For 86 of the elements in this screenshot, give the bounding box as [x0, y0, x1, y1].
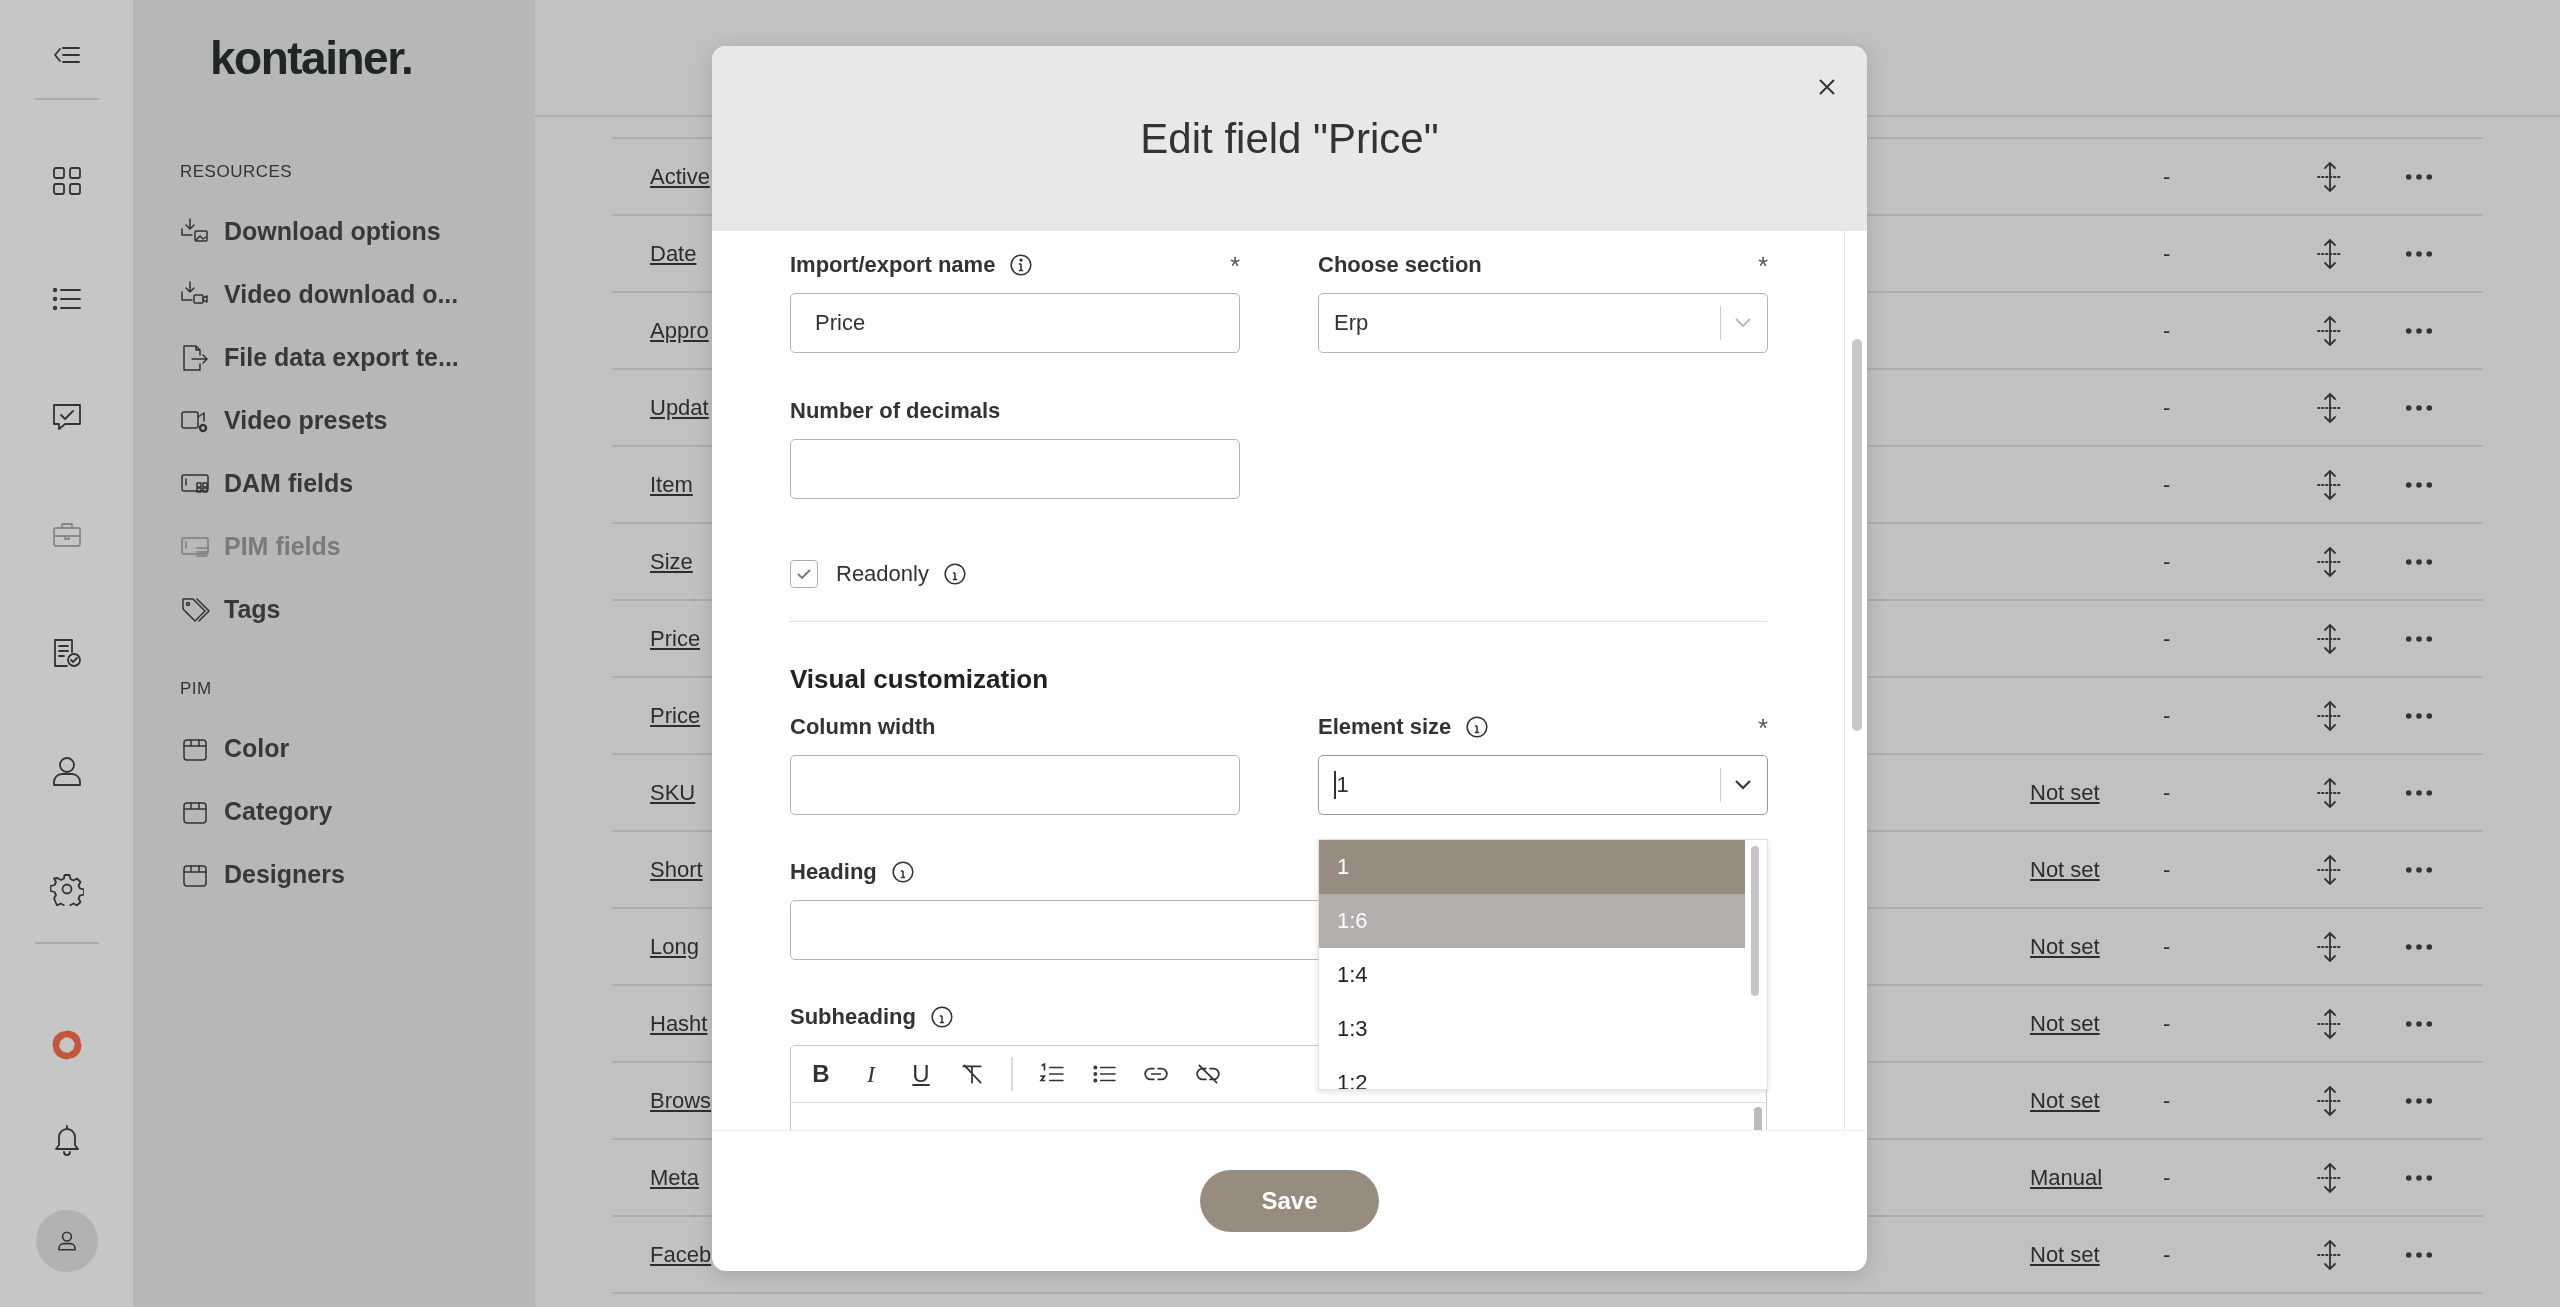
- sidebar-item[interactable]: Download options: [224, 217, 441, 246]
- size-select[interactable]: 1: [1318, 755, 1768, 815]
- sidebar-item[interactable]: File data export te...: [224, 343, 459, 372]
- table-cell-text: -: [2163, 1087, 2172, 1114]
- close-icon[interactable]: [1817, 77, 1837, 97]
- more-icon[interactable]: [2405, 326, 2433, 335]
- more-icon[interactable]: [2405, 403, 2433, 412]
- number-field[interactable]: [790, 439, 1240, 499]
- info-icon[interactable]: [929, 1005, 954, 1029]
- setting-link[interactable]: Not set: [2030, 1010, 2100, 1036]
- field-label: Import/export name: [790, 252, 996, 278]
- info-icon[interactable]: [890, 860, 915, 884]
- table-cell-text: -: [2163, 1010, 2172, 1037]
- more-icon[interactable]: [2405, 557, 2433, 566]
- field-label: Heading: [790, 859, 877, 885]
- info-icon[interactable]: [942, 562, 967, 586]
- table-cell-text: -: [2163, 1241, 2172, 1268]
- more-icon[interactable]: [2405, 172, 2433, 181]
- checkbox[interactable]: [790, 560, 818, 588]
- italic-button[interactable]: I: [859, 1060, 883, 1088]
- table-cell-text: -: [2163, 548, 2172, 575]
- more-icon[interactable]: [2405, 865, 2433, 874]
- unlink-icon[interactable]: [1194, 1061, 1221, 1087]
- export-icon: [180, 342, 210, 373]
- more-icon[interactable]: [2405, 480, 2433, 489]
- more-icon[interactable]: [2405, 788, 2433, 797]
- settings-icon[interactable]: [49, 872, 84, 906]
- scrollbar-thumb[interactable]: [1751, 846, 1759, 996]
- sidebar-item[interactable]: Color: [224, 734, 290, 763]
- bold-button[interactable]: B: [809, 1060, 833, 1088]
- table-cell-text: -: [2163, 1164, 2172, 1191]
- field-label: Subheading: [790, 1004, 916, 1030]
- sidebar-item[interactable]: DAM fields: [224, 469, 354, 498]
- table-cell-text: -: [2163, 933, 2172, 960]
- table-cell-text: -: [2163, 394, 2172, 421]
- text-field[interactable]: [790, 755, 1240, 815]
- required-mark: *: [1229, 251, 1240, 282]
- table-cell-text: -: [2163, 471, 2172, 498]
- more-icon[interactable]: [2405, 1019, 2433, 1028]
- more-icon[interactable]: [2405, 249, 2433, 258]
- more-icon[interactable]: [2405, 1096, 2433, 1105]
- more-icon[interactable]: [2405, 1250, 2433, 1259]
- more-icon[interactable]: [2405, 1173, 2433, 1182]
- underline-button[interactable]: U: [909, 1060, 933, 1088]
- info-icon[interactable]: [1465, 715, 1490, 739]
- section-title: Visual customization: [790, 664, 1050, 695]
- setting-link[interactable]: Manual: [2030, 1164, 2103, 1190]
- scrollbar-thumb[interactable]: [1852, 339, 1862, 731]
- sidebar-item[interactable]: Designers: [224, 860, 345, 889]
- required-mark: *: [1757, 251, 1768, 282]
- section-heading: RESOURCES: [180, 162, 294, 182]
- setting-link[interactable]: Not set: [2030, 779, 2100, 805]
- sidebar-item[interactable]: Video download o...: [224, 280, 459, 309]
- table-cell-text: -: [2163, 317, 2172, 344]
- more-icon[interactable]: [2405, 942, 2433, 951]
- field-label: Column width: [790, 714, 936, 740]
- table-cell-text: -: [2163, 856, 2172, 883]
- checkbox-label: Readonly: [836, 561, 929, 587]
- sidebar-item[interactable]: Video presets: [224, 406, 388, 435]
- field-label: Number of decimals: [790, 398, 1001, 424]
- section-heading: PIM: [180, 679, 213, 699]
- setting-link[interactable]: Not set: [2030, 856, 2100, 882]
- chevron-down-icon: [1733, 779, 1753, 791]
- setting-link[interactable]: Not set: [2030, 933, 2100, 959]
- table-cell-text: -: [2163, 163, 2172, 190]
- dropdown-option[interactable]: 1:4: [1319, 948, 1745, 1002]
- info-icon[interactable]: [1009, 253, 1034, 277]
- dialog-title: Edit field "Price": [1140, 114, 1439, 163]
- text-field[interactable]: Price: [790, 293, 1240, 353]
- sidebar-item[interactable]: Tags: [224, 595, 281, 624]
- more-icon[interactable]: [2405, 634, 2433, 643]
- sidebar-item[interactable]: Category: [224, 797, 333, 826]
- setting-link[interactable]: Not set: [2030, 1241, 2100, 1267]
- logo[interactable]: kontainer.: [210, 30, 535, 86]
- table-cell-text: -: [2163, 625, 2172, 652]
- table-cell-text: -: [2163, 240, 2172, 267]
- field-label: Element size: [1318, 714, 1452, 740]
- setting-link[interactable]: Not set: [2030, 1087, 2100, 1113]
- table-cell-text: -: [2163, 779, 2172, 806]
- chevron-down-icon: [1733, 317, 1753, 329]
- table-cell-text: -: [2163, 702, 2172, 729]
- more-icon[interactable]: [2405, 711, 2433, 720]
- section-select[interactable]: Erp: [1318, 293, 1768, 353]
- field-label: Choose section: [1318, 252, 1482, 278]
- required-mark: *: [1757, 713, 1768, 744]
- clear-format-icon[interactable]: [959, 1061, 985, 1087]
